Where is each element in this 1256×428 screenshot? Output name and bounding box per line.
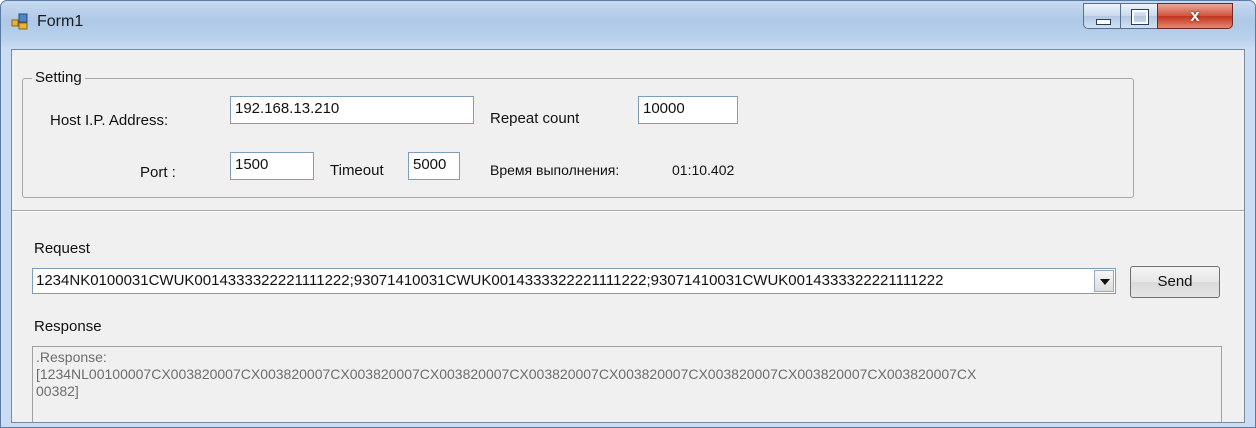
request-dropdown-button[interactable] bbox=[1094, 270, 1114, 292]
response-textbox[interactable]: .Response: [1234NL00100007CX003820007CX0… bbox=[32, 346, 1222, 422]
port-input[interactable]: 1500 bbox=[230, 152, 314, 180]
maximize-button[interactable] bbox=[1120, 3, 1158, 29]
setting-groupbox bbox=[22, 78, 1134, 198]
send-button[interactable]: Send bbox=[1130, 266, 1220, 298]
repeat-count-label: Repeat count bbox=[490, 110, 580, 127]
close-icon: x bbox=[1190, 6, 1200, 25]
request-combobox[interactable]: 1234NK0100031CWUK0014333322221111222;930… bbox=[32, 268, 1116, 294]
repeat-count-input[interactable]: 10000 bbox=[638, 96, 738, 124]
window-title: Form1 bbox=[37, 13, 84, 30]
port-label: Port : bbox=[140, 164, 176, 181]
maximize-icon bbox=[1132, 10, 1148, 24]
section-divider bbox=[12, 210, 1244, 212]
chevron-down-icon bbox=[1100, 279, 1110, 285]
main-window: Form1 x Setting Host I.P. Address: 192.1… bbox=[0, 0, 1256, 428]
request-combobox-text[interactable]: 1234NK0100031CWUK0014333322221111222;930… bbox=[36, 271, 1094, 291]
form-icon[interactable] bbox=[11, 13, 29, 31]
execution-time-label: Время выполнения: bbox=[490, 162, 620, 178]
response-label: Response bbox=[34, 318, 102, 335]
minimize-icon bbox=[1096, 19, 1111, 25]
close-button[interactable]: x bbox=[1157, 3, 1233, 29]
minimize-button[interactable] bbox=[1083, 3, 1121, 29]
form-client-area: Setting Host I.P. Address: 192.168.13.21… bbox=[11, 49, 1245, 423]
response-line: [1234NL00100007CX003820007CX003820007CX0… bbox=[36, 366, 977, 382]
response-line: 00382] bbox=[36, 383, 79, 399]
request-label: Request bbox=[34, 240, 90, 257]
host-ip-input[interactable]: 192.168.13.210 bbox=[230, 96, 474, 124]
timeout-input[interactable]: 5000 bbox=[408, 152, 460, 180]
setting-group-title: Setting bbox=[32, 69, 85, 86]
response-line: .Response: bbox=[36, 349, 107, 365]
title-bar[interactable]: Form1 x bbox=[1, 1, 1255, 49]
timeout-label: Timeout bbox=[330, 162, 384, 179]
host-ip-label: Host I.P. Address: bbox=[50, 112, 169, 129]
execution-time-value: 01:10.402 bbox=[672, 162, 735, 178]
